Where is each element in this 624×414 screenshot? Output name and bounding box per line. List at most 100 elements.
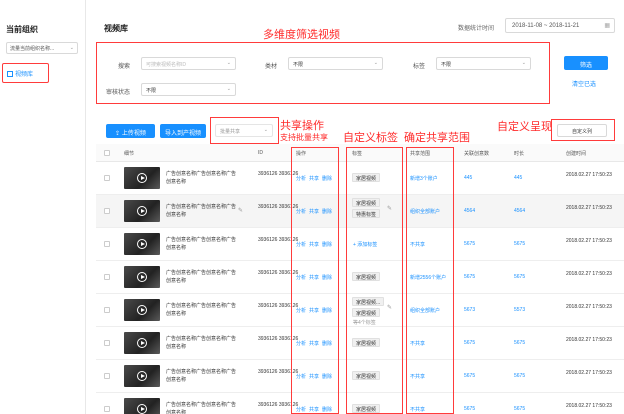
creative-count[interactable]: 5675 (464, 373, 475, 379)
upload-label: 上传视频 (121, 131, 146, 137)
created-time: 2018.02.27 17:50:23 (566, 238, 612, 244)
duration[interactable]: 5675 (514, 406, 525, 412)
video-thumbnail[interactable] (124, 167, 160, 189)
video-thumbnail[interactable] (124, 299, 160, 321)
video-thumbnail[interactable] (124, 233, 160, 255)
duration[interactable]: 5675 (514, 274, 525, 280)
video-title: 广告创意名称广告创意名称广告创意名称 (166, 402, 237, 414)
review-status-label: 审核状态 (106, 90, 131, 96)
review-status-select[interactable]: 不限 ⌄ (141, 83, 236, 96)
search-input[interactable]: 可搜索视频名称ID ⌄ (141, 57, 236, 70)
edit-title-icon[interactable]: ✎ (238, 207, 243, 214)
creative-count[interactable]: 5675 (464, 274, 475, 280)
play-icon (137, 305, 147, 315)
play-icon (137, 206, 147, 216)
material-label: 类材 (265, 64, 278, 70)
sidebar-item-label: 视频库 (15, 72, 34, 78)
tag-select[interactable]: 不限 ⌄ (436, 57, 531, 70)
creative-count[interactable]: 445 (464, 175, 472, 181)
chevron-down-icon: ⌄ (521, 60, 526, 66)
import-video-button[interactable]: 导入到产视频 (160, 124, 206, 138)
org-select[interactable]: 流量当前组织名称... ⌄ (6, 42, 78, 54)
play-icon (137, 173, 147, 183)
chevron-down-icon: ⌄ (373, 60, 378, 66)
upload-video-button[interactable]: ⇪ 上传视频 (106, 124, 155, 138)
batch-share-label: 批量共享 (220, 129, 241, 135)
date-range-picker[interactable]: 2018-11-08 ~ 2018-11-21 ▦ (505, 18, 615, 33)
video-thumbnail[interactable] (124, 398, 160, 414)
date-range-value: 2018-11-08 ~ 2018-11-21 (512, 23, 580, 29)
video-title: 广告创意名称广告创意名称广告创意名称 (166, 270, 237, 284)
play-icon (137, 338, 147, 348)
created-time: 2018.02.27 17:50:23 (566, 337, 612, 343)
row-checkbox[interactable] (104, 406, 110, 412)
material-select[interactable]: 不限 ⌄ (288, 57, 383, 70)
video-title: 广告创意名称广告创意名称广告创意名称 (166, 237, 237, 251)
created-time: 2018.02.27 17:50:23 (566, 172, 612, 178)
play-icon (137, 272, 147, 282)
video-thumbnail[interactable] (124, 200, 160, 222)
video-thumbnail[interactable] (124, 332, 160, 354)
row-checkbox[interactable] (104, 340, 110, 346)
select-all-checkbox[interactable] (104, 150, 110, 156)
annotation-custom-tag: 自定义标签 (343, 132, 398, 144)
creative-count[interactable]: 5675 (464, 241, 475, 247)
chevron-down-icon: ⌄ (69, 45, 74, 51)
tags-column-annotation-box (346, 147, 403, 414)
ops-column-annotation-box (291, 147, 339, 414)
play-icon (137, 239, 147, 249)
stat-time-label: 数据统计时间 (458, 26, 495, 32)
video-title: 广告创意名称广告创意名称广告创意名称 (166, 303, 237, 317)
sidebar: 当前组织 流量当前组织名称... ⌄ 视频库 (0, 0, 86, 414)
annotation-filter: 多维度筛选视频 (263, 29, 340, 41)
search-label: 搜索 (118, 64, 131, 70)
row-checkbox[interactable] (104, 274, 110, 280)
calendar-icon: ▦ (604, 23, 610, 29)
video-thumbnail[interactable] (124, 266, 160, 288)
column-header-creative-count: 关联创意数 (464, 151, 490, 157)
column-header-id: ID (258, 150, 263, 156)
chevron-down-icon: ⌄ (226, 86, 231, 92)
duration[interactable]: 5675 (514, 340, 525, 346)
creative-count[interactable]: 5675 (464, 406, 475, 412)
column-header-detail: 细节 (124, 151, 135, 157)
creative-count[interactable]: 4564 (464, 208, 475, 214)
created-time: 2018.02.27 17:50:23 (566, 403, 612, 409)
review-status-value: 不限 (146, 88, 157, 94)
creative-count[interactable]: 5673 (464, 307, 475, 313)
upload-icon: ⇪ (115, 131, 121, 137)
custom-columns-button[interactable]: 自定义列 (557, 124, 607, 137)
chevron-down-icon: ⌄ (226, 60, 231, 66)
duration[interactable]: 5675 (514, 241, 525, 247)
video-title: 广告创意名称广告创意名称广告创意名称 (166, 204, 237, 218)
video-title: 广告创意名称广告创意名称广告创意名称 (166, 171, 237, 185)
annotation-custom-show: 自定义呈现 (497, 121, 552, 133)
share-column-annotation-box (406, 147, 454, 414)
sidebar-item-video-library[interactable]: 视频库 (2, 63, 49, 83)
play-icon (137, 371, 147, 381)
duration[interactable]: 5675 (514, 373, 525, 379)
row-checkbox[interactable] (104, 373, 110, 379)
page-title: 视频库 (104, 24, 128, 33)
duration[interactable]: 445 (514, 175, 522, 181)
created-time: 2018.02.27 17:50:23 (566, 205, 612, 211)
row-checkbox[interactable] (104, 208, 110, 214)
sidebar-title: 当前组织 (6, 25, 38, 34)
video-thumbnail[interactable] (124, 365, 160, 387)
row-checkbox[interactable] (104, 175, 110, 181)
batch-share-select[interactable]: 批量共享 ⌄ (215, 124, 273, 137)
creative-count[interactable]: 5675 (464, 340, 475, 346)
annotation-share-op: 共享操作 (280, 120, 324, 132)
video-icon (7, 71, 13, 77)
row-checkbox[interactable] (104, 241, 110, 247)
column-header-duration: 时长 (514, 151, 525, 157)
duration[interactable]: 4564 (514, 208, 525, 214)
video-title: 广告创意名称广告创意名称广告创意名称 (166, 369, 237, 383)
filter-button[interactable]: 筛选 (564, 56, 608, 70)
clear-filters-link[interactable]: 清空已选 (572, 79, 596, 88)
row-checkbox[interactable] (104, 307, 110, 313)
org-select-value: 流量当前组织名称... (10, 46, 55, 52)
column-header-created: 创建时间 (566, 151, 587, 157)
annotation-share-op-sub: 支持批量共享 (280, 133, 328, 142)
duration[interactable]: 5573 (514, 307, 525, 313)
